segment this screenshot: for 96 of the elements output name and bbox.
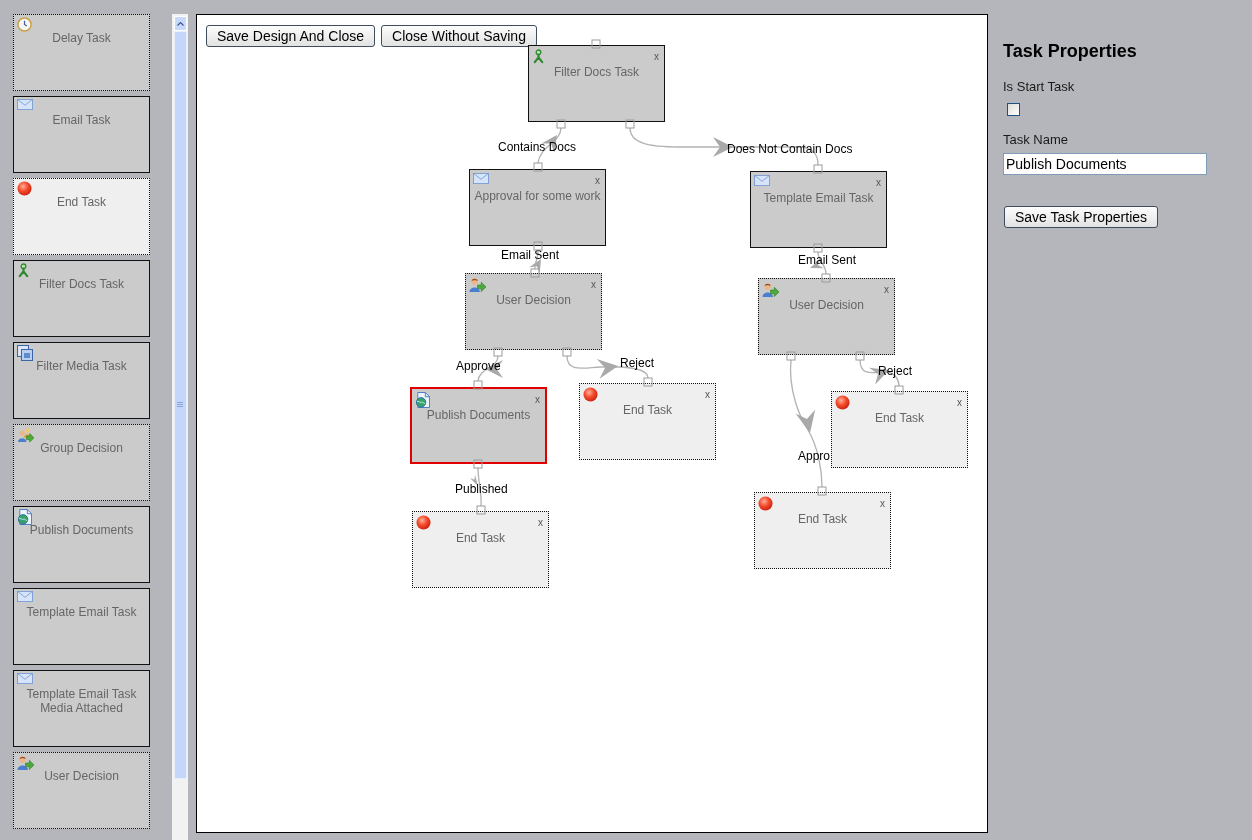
field-label: Is Start Task bbox=[1003, 79, 1075, 95]
task-palette-item[interactable]: Filter Media Task bbox=[13, 342, 150, 419]
toolbar-button[interactable]: Close Without Saving bbox=[381, 25, 537, 47]
connection-port[interactable] bbox=[817, 486, 827, 496]
labeled-connector[interactable]: Contains Docs bbox=[498, 127, 577, 164]
close-button[interactable]: x bbox=[876, 177, 881, 188]
task-palette-item[interactable]: Template Email Task bbox=[13, 588, 150, 665]
labeled-connector[interactable]: Appro bbox=[789, 359, 831, 488]
clock-icon bbox=[17, 17, 32, 32]
task-node[interactable]: x User Decision bbox=[758, 278, 895, 355]
labeled-connector[interactable]: Email Sent bbox=[798, 251, 857, 275]
person-arrow-icon bbox=[469, 277, 486, 293]
branch-icon bbox=[17, 263, 30, 278]
connection-port[interactable] bbox=[643, 377, 653, 387]
connection-port[interactable] bbox=[813, 164, 823, 174]
labeled-connector[interactable]: Email Sent bbox=[501, 248, 560, 274]
connector-label: Appro bbox=[798, 449, 831, 463]
close-button[interactable]: x bbox=[705, 389, 710, 400]
globe-document-icon bbox=[17, 509, 32, 525]
connection-port[interactable] bbox=[625, 119, 635, 129]
toolbar-button[interactable]: Save Design And Close bbox=[206, 25, 376, 47]
close-button[interactable]: x bbox=[538, 517, 543, 528]
labeled-connector[interactable]: Reject bbox=[566, 355, 654, 379]
labeled-connector[interactable]: Does Not Contain Docs bbox=[629, 127, 853, 166]
task-node[interactable]: x End Task bbox=[831, 391, 968, 468]
panel-title: Task Properties bbox=[1003, 40, 1137, 62]
connector-label: Email Sent bbox=[501, 248, 560, 262]
close-button[interactable]: x bbox=[535, 394, 540, 405]
field-label: Task Name bbox=[1003, 132, 1069, 148]
grip-icon bbox=[177, 402, 183, 408]
close-button[interactable]: x bbox=[884, 284, 889, 295]
connector-label: Reject bbox=[878, 364, 912, 378]
task-palette-item[interactable]: Template Email Task Media Attached bbox=[13, 670, 150, 747]
connector-label: Email Sent bbox=[798, 253, 857, 267]
ball-icon bbox=[835, 395, 850, 410]
connection-port[interactable] bbox=[530, 268, 540, 278]
task-node[interactable]: x Approval for some work bbox=[469, 169, 606, 246]
connection-port[interactable] bbox=[894, 385, 904, 395]
task-node[interactable]: x Template Email Task bbox=[750, 171, 887, 248]
globe-document-icon bbox=[415, 392, 430, 408]
start-task-checkbox[interactable] bbox=[1007, 103, 1020, 116]
labeled-connector[interactable]: Reject bbox=[859, 359, 912, 387]
close-button[interactable]: x bbox=[591, 279, 596, 290]
task-node[interactable]: x End Task bbox=[754, 492, 891, 569]
ball-icon bbox=[416, 515, 431, 530]
save-properties-button[interactable]: Save Task Properties bbox=[1004, 206, 1159, 228]
connection-port[interactable] bbox=[786, 351, 796, 361]
task-node[interactable]: x End Task bbox=[579, 383, 716, 460]
connection-port[interactable] bbox=[556, 119, 566, 129]
stacked-images-icon bbox=[17, 345, 33, 361]
envelope-icon bbox=[17, 591, 33, 602]
close-button[interactable]: x bbox=[957, 397, 962, 408]
person-arrow-icon bbox=[762, 282, 779, 298]
connector-label: Approve bbox=[456, 359, 501, 373]
caret-up-icon bbox=[176, 21, 184, 26]
connection-port[interactable] bbox=[533, 162, 543, 172]
connection-port[interactable] bbox=[533, 241, 543, 251]
labeled-connector[interactable]: Published bbox=[455, 467, 508, 507]
close-button[interactable]: x bbox=[595, 175, 600, 186]
connection-port[interactable] bbox=[855, 351, 865, 361]
envelope-icon bbox=[17, 99, 33, 110]
task-node[interactable]: x Publish Documents bbox=[410, 387, 547, 464]
task-node[interactable]: x End Task bbox=[412, 511, 549, 588]
labeled-connector[interactable]: Approve bbox=[456, 355, 503, 382]
task-palette-item[interactable]: Email Task bbox=[13, 96, 150, 173]
task-palette-item[interactable]: Delay Task bbox=[13, 14, 150, 91]
task-node[interactable]: x User Decision bbox=[465, 273, 602, 350]
scroll-up-button[interactable] bbox=[173, 16, 187, 31]
task-node[interactable]: x Filter Docs Task bbox=[528, 45, 665, 122]
branch-icon bbox=[532, 49, 545, 64]
task-palette-item[interactable]: Publish Documents bbox=[13, 506, 150, 583]
task-palette-item[interactable]: End Task bbox=[13, 178, 150, 255]
connector-label: Published bbox=[455, 482, 508, 496]
connector-label: Reject bbox=[620, 356, 654, 370]
ball-icon bbox=[583, 387, 598, 402]
connector-label: Contains Docs bbox=[498, 140, 577, 154]
connection-port[interactable] bbox=[476, 505, 486, 515]
connection-port[interactable] bbox=[821, 273, 831, 283]
ball-icon bbox=[17, 181, 32, 196]
task-palette-item[interactable]: Group Decision bbox=[13, 424, 150, 501]
connection-port[interactable] bbox=[813, 243, 823, 253]
two-people-arrow-icon bbox=[17, 427, 34, 443]
person-arrow-icon bbox=[17, 755, 34, 771]
task-palette-item[interactable]: Filter Docs Task bbox=[13, 260, 150, 337]
envelope-icon bbox=[754, 175, 770, 186]
task-name-field[interactable]: Publish Documents bbox=[1003, 153, 1207, 175]
envelope-icon bbox=[17, 673, 33, 684]
connection-port[interactable] bbox=[493, 347, 503, 357]
close-button[interactable]: x bbox=[654, 51, 659, 62]
envelope-icon bbox=[473, 173, 489, 184]
connector-label: Does Not Contain Docs bbox=[727, 142, 853, 156]
ball-icon bbox=[758, 496, 773, 511]
close-button[interactable]: x bbox=[880, 498, 885, 509]
task-palette-item[interactable]: User Decision bbox=[13, 752, 150, 829]
scrollbar-thumb[interactable] bbox=[173, 31, 187, 779]
connection-port[interactable] bbox=[562, 347, 572, 357]
